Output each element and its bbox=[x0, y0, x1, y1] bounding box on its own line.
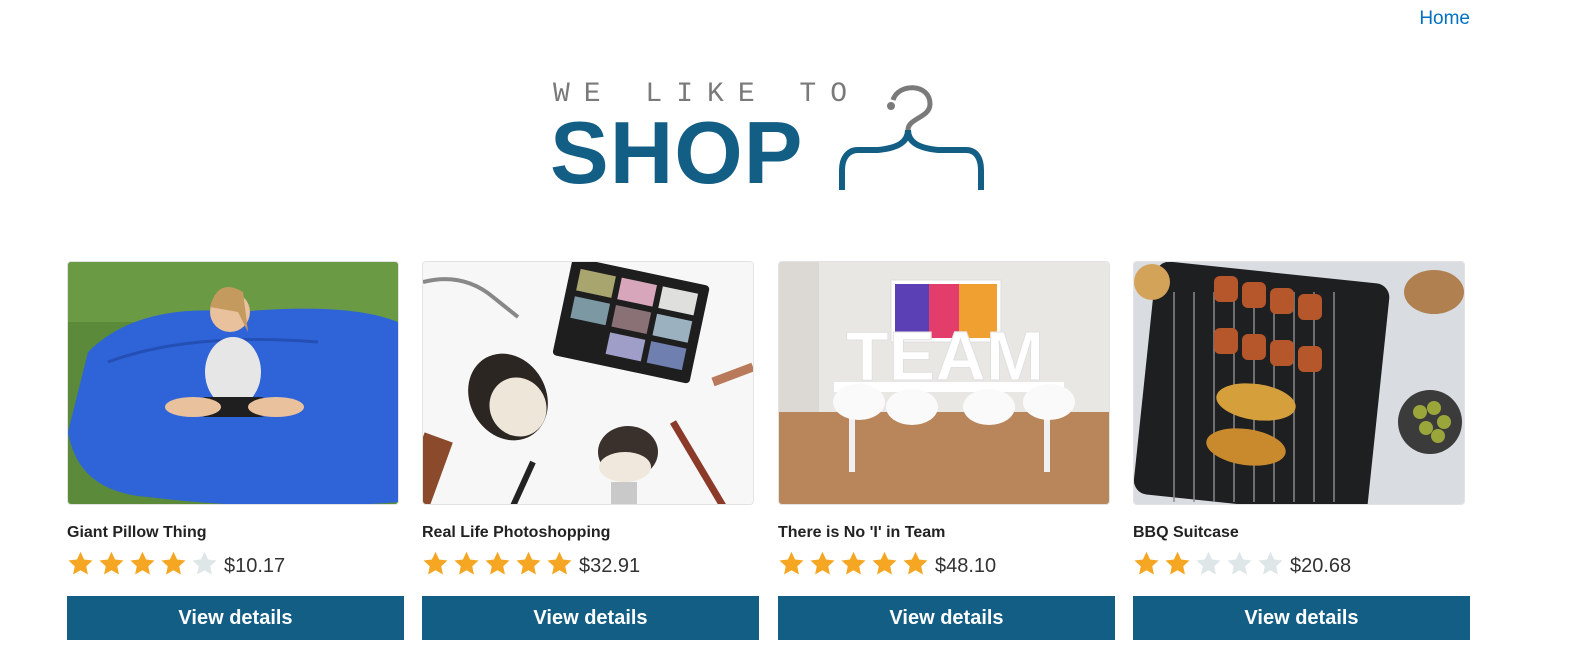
product-image[interactable]: TEAM bbox=[778, 261, 1110, 505]
star-filled-icon bbox=[903, 551, 928, 575]
star-empty-icon bbox=[1227, 551, 1252, 575]
product-rating: $10.17 bbox=[67, 550, 285, 577]
view-details-button[interactable]: View details bbox=[1133, 596, 1470, 640]
product-image[interactable] bbox=[422, 261, 754, 505]
logo-wordmark: SHOP bbox=[550, 103, 804, 202]
product-rating: $48.10 bbox=[778, 550, 996, 577]
star-filled-icon bbox=[810, 551, 835, 575]
product-price: $10.17 bbox=[224, 555, 286, 577]
blue-beanbag-photo bbox=[68, 262, 398, 504]
star-filled-icon bbox=[423, 551, 448, 575]
star-empty-icon bbox=[1196, 551, 1221, 575]
star-filled-icon bbox=[516, 551, 541, 575]
product-name: BBQ Suitcase bbox=[1133, 524, 1239, 541]
team-meeting-room-photo: TEAM bbox=[779, 262, 1109, 504]
product-card: TEAM There is No 'I' in Team $48.10 View… bbox=[778, 261, 1115, 640]
star-filled-icon bbox=[68, 551, 93, 575]
star-filled-icon bbox=[99, 551, 124, 575]
product-card: Real Life Photoshopping $32.91 View deta… bbox=[422, 261, 759, 640]
star-empty-icon bbox=[1258, 551, 1283, 575]
product-price: $48.10 bbox=[935, 555, 997, 577]
makeup-brushes-photo bbox=[423, 262, 753, 504]
product-image[interactable] bbox=[67, 261, 399, 505]
view-details-button[interactable]: View details bbox=[67, 596, 404, 640]
shop-logo: WE LIKE TO SHOP bbox=[550, 80, 993, 202]
star-filled-icon bbox=[872, 551, 897, 575]
product-rating: $20.68 bbox=[1133, 550, 1351, 577]
product-card: Giant Pillow Thing $10.17 View details bbox=[67, 261, 404, 640]
star-filled-icon bbox=[841, 551, 866, 575]
product-grid: Giant Pillow Thing $10.17 View details R… bbox=[67, 261, 1473, 651]
star-filled-icon bbox=[130, 551, 155, 575]
star-filled-icon bbox=[485, 551, 510, 575]
star-filled-icon bbox=[1134, 551, 1159, 575]
product-price: $32.91 bbox=[579, 555, 641, 577]
star-filled-icon bbox=[547, 551, 572, 575]
star-filled-icon bbox=[161, 551, 186, 575]
product-rating: $32.91 bbox=[422, 550, 640, 577]
star-filled-icon bbox=[1165, 551, 1190, 575]
product-name: Real Life Photoshopping bbox=[422, 524, 611, 541]
product-card: BBQ Suitcase $20.68 View details bbox=[1133, 261, 1470, 640]
star-filled-icon bbox=[779, 551, 804, 575]
hanger-icon bbox=[839, 85, 984, 190]
star-empty-icon bbox=[192, 551, 217, 575]
product-image[interactable] bbox=[1133, 261, 1465, 505]
view-details-button[interactable]: View details bbox=[422, 596, 759, 640]
product-price: $20.68 bbox=[1290, 555, 1352, 577]
bbq-grill-photo bbox=[1134, 262, 1464, 504]
star-filled-icon bbox=[454, 551, 479, 575]
product-name: Giant Pillow Thing bbox=[67, 524, 207, 541]
product-name: There is No 'I' in Team bbox=[778, 524, 946, 541]
view-details-button[interactable]: View details bbox=[778, 596, 1115, 640]
home-link[interactable]: Home bbox=[1419, 8, 1470, 30]
